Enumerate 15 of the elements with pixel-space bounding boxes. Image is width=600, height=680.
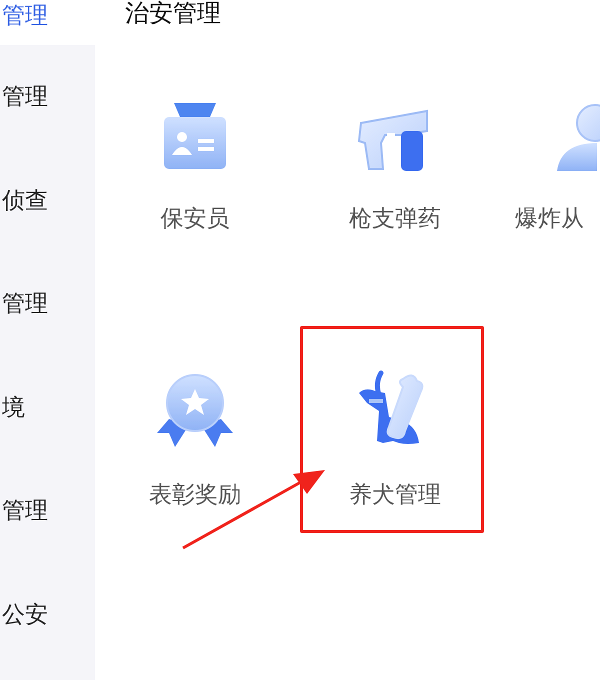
- sidebar-item[interactable]: 侦查: [0, 148, 95, 252]
- menu-item-label[interactable]: 枪支弹药: [349, 203, 441, 234]
- section-title: 治安管理: [124, 0, 222, 26]
- menu-item-label[interactable]: 爆炸从: [515, 203, 584, 234]
- menu-item-label[interactable]: 表彰奖励: [149, 479, 241, 510]
- sidebar-item[interactable]: 管理: [0, 459, 95, 562]
- person-icon[interactable]: [555, 103, 600, 173]
- menu-item-label[interactable]: 保安员: [160, 203, 230, 234]
- sidebar-item[interactable]: 公安: [0, 562, 95, 666]
- menu-item-label[interactable]: 养犬管理: [349, 479, 441, 510]
- sidebar-item[interactable]: 管理: [0, 45, 95, 148]
- medal-icon[interactable]: [155, 373, 235, 449]
- sidebar-item[interactable]: 管理: [0, 0, 95, 45]
- sidebar-item[interactable]: 境: [0, 356, 95, 459]
- sidebar-item[interactable]: 管理: [0, 252, 95, 356]
